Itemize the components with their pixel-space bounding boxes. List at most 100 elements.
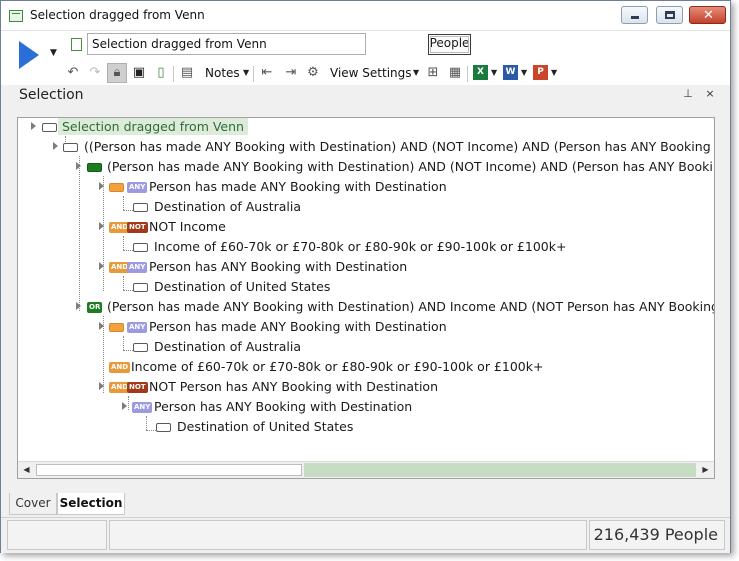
- node-box-icon: [63, 143, 78, 152]
- database-icon[interactable]: ▯: [153, 65, 169, 81]
- any-badge: ANY: [127, 322, 148, 333]
- close-icon: ✕: [703, 8, 714, 23]
- tree-node[interactable]: AND NOT NOT Person has ANY Booking with …: [18, 378, 714, 398]
- view-settings-menu[interactable]: View Settings: [330, 66, 412, 80]
- indent-left-icon[interactable]: ⇤: [259, 65, 275, 81]
- tree-node[interactable]: ANY Person has made ANY Booking with Des…: [18, 318, 714, 338]
- tree-node-label: ((Person has made ANY Booking with Desti…: [84, 139, 711, 154]
- window-app-icon: [9, 10, 23, 22]
- people-resolve-button[interactable]: People: [428, 34, 471, 55]
- tree-node[interactable]: AND ANY Person has ANY Booking with Dest…: [18, 258, 714, 278]
- expand-arrow-icon[interactable]: [53, 142, 58, 150]
- tree-node[interactable]: (Person has made ANY Booking with Destin…: [18, 158, 715, 178]
- selection-tree: Selection dragged from Venn ((Person has…: [17, 117, 715, 479]
- tree-node-label: NOT Income: [149, 219, 226, 234]
- tree-view-icon[interactable]: ⊞: [425, 65, 441, 81]
- scroll-left-arrow-icon[interactable]: ◀: [18, 462, 35, 478]
- toolbar-separator: [173, 66, 174, 82]
- tree-node[interactable]: ANY Person has ANY Booking with Destinat…: [18, 398, 714, 418]
- maximize-icon: [665, 11, 675, 19]
- redo-icon[interactable]: ↷: [87, 65, 103, 81]
- expand-arrow-icon[interactable]: [99, 182, 104, 190]
- not-badge: NOT: [127, 222, 148, 233]
- expand-arrow-icon[interactable]: [99, 382, 104, 390]
- minimize-icon: [631, 16, 639, 19]
- tree-node-label: Income of £60-70k or £70-80k or £80-90k …: [131, 359, 544, 374]
- tab-cover[interactable]: Cover: [9, 493, 57, 515]
- undo-icon[interactable]: ↶: [65, 65, 81, 81]
- lock-icon[interactable]: 🔒︎: [107, 63, 127, 83]
- node-box-green-icon: [87, 163, 102, 172]
- node-box-icon: [156, 423, 171, 432]
- tree-node[interactable]: ((Person has made ANY Booking with Desti…: [18, 138, 714, 158]
- people-count: 216,439 People: [589, 520, 725, 550]
- tab-selection[interactable]: Selection: [57, 493, 125, 515]
- word-export-icon[interactable]: W: [503, 65, 518, 80]
- or-badge: OR: [87, 302, 103, 313]
- notes-dropdown-chevron-icon[interactable]: ▼: [243, 68, 249, 77]
- tree-node-label: (Person has made ANY Booking with Destin…: [107, 159, 715, 174]
- excel-export-icon[interactable]: X: [473, 65, 488, 80]
- table-view-icon[interactable]: ▦: [447, 65, 463, 81]
- scrollbar-track[interactable]: [304, 463, 696, 477]
- status-bar: 216,439 People: [1, 517, 730, 553]
- toolbar-row-2: ↶ ↷ 🔒︎ ▣ ▯ ▤ Notes ▼ ⇤ ⇥ ⚙ View Settings…: [63, 61, 730, 85]
- expand-arrow-icon[interactable]: [31, 122, 36, 130]
- tree-node-root[interactable]: Selection dragged from Venn: [18, 118, 714, 138]
- node-box-icon: [133, 283, 148, 292]
- run-play-icon[interactable]: [19, 41, 39, 69]
- pin-panel-icon[interactable]: ⊥: [679, 87, 697, 103]
- save-icon[interactable]: ▣: [131, 65, 147, 81]
- minimize-button[interactable]: [621, 6, 648, 24]
- and-badge: AND: [109, 362, 131, 373]
- tree-node[interactable]: AND NOT NOT Income: [18, 218, 714, 238]
- expand-arrow-icon[interactable]: [99, 322, 104, 330]
- horizontal-scrollbar[interactable]: ◀ ▶: [18, 461, 714, 478]
- tree-node-label: Person has ANY Booking with Destination: [154, 399, 413, 414]
- any-badge: ANY: [127, 262, 148, 273]
- gear-icon[interactable]: ⚙: [305, 65, 321, 81]
- expand-arrow-icon[interactable]: [99, 262, 104, 270]
- tree-node-label: Selection dragged from Venn: [58, 118, 248, 135]
- expand-arrow-icon[interactable]: [76, 302, 81, 310]
- app-window: Selection dragged from Venn ✕ ▼ People ↶…: [0, 0, 731, 553]
- tree-node-label: Destination of United States: [177, 419, 354, 434]
- tree-node[interactable]: AND Income of £60-70k or £70-80k or £80-…: [18, 358, 714, 378]
- any-badge: ANY: [127, 182, 148, 193]
- view-settings-dropdown-chevron-icon[interactable]: ▼: [413, 68, 419, 77]
- word-dropdown-chevron-icon[interactable]: ▼: [521, 68, 527, 77]
- tree-node[interactable]: Income of £60-70k or £70-80k or £80-90k …: [18, 238, 714, 258]
- tree-node[interactable]: ANY Person has made ANY Booking with Des…: [18, 178, 714, 198]
- scroll-right-arrow-icon[interactable]: ▶: [697, 462, 714, 478]
- tree-node[interactable]: Destination of Australia: [18, 198, 714, 218]
- powerpoint-dropdown-chevron-icon[interactable]: ▼: [551, 68, 557, 77]
- maximize-button[interactable]: [656, 6, 683, 24]
- run-dropdown-chevron-icon[interactable]: ▼: [50, 48, 57, 58]
- selection-name-input[interactable]: [87, 33, 366, 55]
- close-window-button[interactable]: ✕: [689, 6, 726, 24]
- not-badge: NOT: [127, 382, 148, 393]
- notes-icon[interactable]: ▤: [179, 65, 195, 81]
- document-icon: [71, 38, 82, 51]
- tree-node-label: Destination of Australia: [154, 199, 302, 214]
- status-cell: [109, 520, 587, 550]
- title-bar: Selection dragged from Venn ✕: [1, 1, 730, 31]
- tree-node[interactable]: OR (Person has made ANY Booking with Des…: [18, 298, 714, 318]
- tree-node[interactable]: Destination of Australia: [18, 338, 714, 358]
- toolbar: ▼ People ↶ ↷ 🔒︎ ▣ ▯ ▤ Notes ▼ ⇤ ⇥ ⚙ View…: [1, 31, 730, 85]
- node-box-icon: [133, 203, 148, 212]
- tree-node[interactable]: Destination of United States: [18, 418, 714, 438]
- scrollbar-thumb[interactable]: [36, 464, 302, 476]
- close-panel-icon[interactable]: ×: [701, 87, 719, 103]
- expand-arrow-icon[interactable]: [122, 402, 127, 410]
- excel-dropdown-chevron-icon[interactable]: ▼: [491, 68, 497, 77]
- tree-node-label: Person has made ANY Booking with Destina…: [149, 179, 447, 194]
- tree-node[interactable]: Destination of United States: [18, 278, 714, 298]
- expand-arrow-icon[interactable]: [99, 222, 104, 230]
- notes-menu[interactable]: Notes: [205, 66, 240, 80]
- powerpoint-export-icon[interactable]: P: [533, 65, 548, 80]
- indent-right-icon[interactable]: ⇥: [283, 65, 299, 81]
- tree-node-label: Destination of United States: [154, 279, 331, 294]
- tree-node-label: NOT Person has ANY Booking with Destinat…: [149, 379, 438, 394]
- expand-arrow-icon[interactable]: [76, 162, 81, 170]
